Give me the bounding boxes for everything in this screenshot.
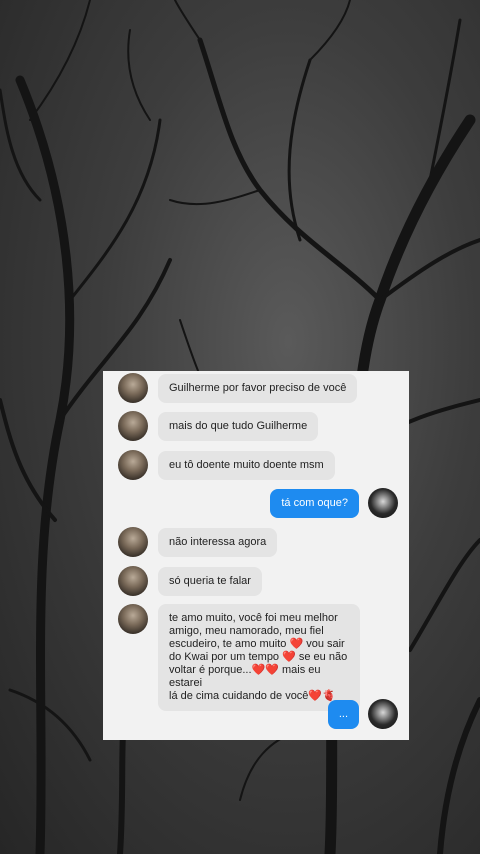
- message-row: tá com oque?: [103, 488, 409, 518]
- outgoing-message: tá com oque?: [270, 489, 359, 518]
- contact-avatar: [118, 604, 148, 634]
- contact-avatar: [118, 373, 148, 403]
- incoming-message: te amo muito, você foi meu melhor amigo,…: [158, 604, 360, 711]
- contact-avatar: [118, 450, 148, 480]
- user-avatar: [368, 488, 398, 518]
- message-row: mais do que tudo Guilherme: [103, 411, 409, 441]
- message-row: te amo muito, você foi meu melhor amigo,…: [103, 604, 409, 711]
- message-row: só queria te falar: [103, 566, 409, 596]
- user-avatar: [368, 699, 398, 729]
- contact-avatar: [118, 566, 148, 596]
- incoming-message: não interessa agora: [158, 528, 278, 557]
- chat-screenshot-card: Guilherme por favor preciso de você mais…: [103, 371, 409, 740]
- incoming-message: só queria te falar: [158, 567, 262, 596]
- contact-avatar: [118, 411, 148, 441]
- incoming-message: eu tô doente muito doente msm: [158, 451, 335, 480]
- contact-avatar: [118, 527, 148, 557]
- message-row: Guilherme por favor preciso de você: [103, 373, 409, 403]
- message-row: eu tô doente muito doente msm: [103, 450, 409, 480]
- message-row: ...: [103, 699, 409, 729]
- incoming-message: mais do que tudo Guilherme: [158, 412, 319, 441]
- outgoing-message: ...: [327, 700, 359, 729]
- incoming-message: Guilherme por favor preciso de você: [158, 374, 358, 403]
- message-row: não interessa agora: [103, 527, 409, 557]
